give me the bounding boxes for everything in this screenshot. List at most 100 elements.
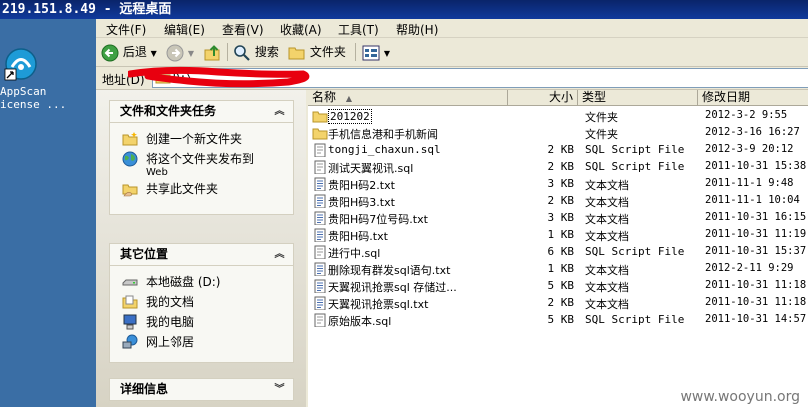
- file-row[interactable]: 贵阳H码2.txt 3 KB 文本文档 2011-11-1 9:48: [308, 176, 808, 193]
- column-date-label: 修改日期: [702, 90, 751, 104]
- menu-favorites[interactable]: 收藏(A): [280, 21, 322, 38]
- file-date: 2011-10-31 14:57: [705, 313, 807, 325]
- file-date: 2011-10-31 11:18: [705, 279, 807, 291]
- search-button[interactable]: 搜索: [233, 42, 279, 62]
- file-row[interactable]: 天翼视讯抢票sql.txt 2 KB 文本文档 2011-10-31 11:18: [308, 295, 808, 312]
- toolbar-divider: [227, 43, 228, 61]
- folders-label: 文件夹: [309, 45, 346, 59]
- file-date: 2011-11-1 10:04: [705, 194, 800, 206]
- places-panel-header[interactable]: 其它位置 ︽: [109, 243, 294, 266]
- place-my-documents-label: 我的文档: [146, 295, 195, 309]
- file-name: 贵阳H码3.txt: [328, 196, 395, 209]
- file-type: SQL Script File: [585, 313, 685, 326]
- folder-icon: [312, 128, 328, 140]
- file-size: 6 KB: [547, 245, 575, 258]
- folders-button[interactable]: 文件夹: [288, 42, 346, 62]
- file-type: SQL Script File: [585, 143, 685, 156]
- file-size: 5 KB: [547, 313, 575, 326]
- file-list-view: 名称 ▲ 大小 类型 修改日期 201202 文件夹 2012-3-2 9:55 手机…: [308, 90, 808, 407]
- chevron-down-icon[interactable]: ▼: [151, 49, 157, 58]
- file-date: 2012-3-9 20:12: [705, 143, 794, 155]
- menu-help[interactable]: 帮助(H): [396, 21, 438, 38]
- text-file-icon: [314, 296, 326, 310]
- up-folder-button[interactable]: [204, 42, 222, 62]
- file-type: 文本文档: [585, 196, 629, 209]
- chevron-down-icon[interactable]: ▼: [384, 49, 390, 58]
- column-header-name[interactable]: 名称 ▲: [308, 90, 508, 106]
- file-type: 文本文档: [585, 281, 629, 294]
- column-name-label: 名称: [312, 90, 337, 104]
- file-row[interactable]: 贵阳H码3.txt 2 KB 文本文档 2011-11-1 10:04: [308, 193, 808, 210]
- file-date: 2012-3-16 16:27: [705, 126, 800, 138]
- file-row[interactable]: 贵阳H码.txt 1 KB 文本文档 2011-10-31 11:19: [308, 227, 808, 244]
- file-name: 原始版本.sql: [328, 315, 392, 328]
- appscan-icon[interactable]: [4, 47, 38, 81]
- search-label: 搜索: [254, 45, 279, 59]
- file-name: 测试天翼视讯.sql: [328, 162, 414, 175]
- search-icon: [234, 44, 250, 61]
- column-header-date[interactable]: 修改日期: [698, 90, 808, 106]
- file-row[interactable]: 进行中.sql 6 KB SQL Script File 2011-10-31 15:…: [308, 244, 808, 261]
- file-name: 贵阳H码7位号码.txt: [328, 213, 428, 226]
- sql-file-icon: [314, 160, 326, 174]
- chevron-down-icon[interactable]: ▼: [188, 49, 194, 58]
- places-panel-title: 其它位置: [120, 247, 169, 261]
- file-row[interactable]: 测试天翼视讯.sql 2 KB SQL Script File 2011-10-31 …: [308, 159, 808, 176]
- file-date: 2011-10-31 11:18: [705, 296, 807, 308]
- back-arrow-icon: [101, 44, 119, 61]
- file-date: 2011-11-1 9:48: [705, 177, 794, 189]
- file-size: 5 KB: [547, 279, 575, 292]
- place-my-computer-label: 我的电脑: [146, 315, 195, 329]
- text-file-icon: [314, 262, 326, 276]
- column-header-type[interactable]: 类型: [578, 90, 698, 106]
- file-row[interactable]: 手机信息港和手机新闻 文件夹 2012-3-16 16:27: [308, 125, 808, 142]
- file-row[interactable]: 201202 文件夹 2012-3-2 9:55: [308, 108, 808, 125]
- file-row[interactable]: 原始版本.sql 5 KB SQL Script File 2011-10-31 14…: [308, 312, 808, 329]
- collapse-chevron-icon[interactable]: ︽: [272, 104, 287, 119]
- views-button[interactable]: ▼: [362, 42, 390, 62]
- toolbar: 后退 ▼ ▼ 搜索 文件夹 ▼: [96, 38, 808, 67]
- menu-bar: 文件(F) 编辑(E) 查看(V) 收藏(A) 工具(T) 帮助(H): [96, 19, 808, 38]
- collapse-chevron-icon[interactable]: ︽: [272, 247, 287, 262]
- file-row[interactable]: 贵阳H码7位号码.txt 3 KB 文本文档 2011-10-31 16:15: [308, 210, 808, 227]
- remote-desktop-background: AppScan icense ...: [0, 19, 96, 407]
- file-name: 手机信息港和手机新闻: [328, 128, 438, 141]
- remote-desktop-title-bar[interactable]: 219.151.8.49 - 远程桌面: [0, 0, 808, 19]
- sql-file-icon: [314, 313, 326, 327]
- desktop-shortcut-label[interactable]: AppScan icense ...: [0, 85, 70, 111]
- menu-edit[interactable]: 编辑(E): [164, 21, 205, 38]
- place-local-disk-label: 本地磁盘 (D:): [146, 275, 221, 289]
- menu-file[interactable]: 文件(F): [106, 21, 146, 38]
- toolbar-divider: [355, 43, 356, 61]
- new-folder-icon: [122, 132, 138, 146]
- computer-icon: [123, 314, 137, 330]
- file-date: 2012-3-2 9:55: [705, 109, 788, 121]
- file-row[interactable]: 天翼视讯抢票sql 存储过... 5 KB 文本文档 2011-10-31 11:18: [308, 278, 808, 295]
- file-name: 进行中.sql: [328, 247, 381, 260]
- tasks-panel-header[interactable]: 文件和文件夹任务 ︽: [109, 100, 294, 123]
- column-type-label: 类型: [582, 90, 607, 104]
- menu-view[interactable]: 查看(V): [222, 21, 264, 38]
- file-size: 3 KB: [547, 177, 575, 190]
- file-date: 2011-10-31 16:15: [705, 211, 807, 223]
- menu-tools[interactable]: 工具(T): [338, 21, 379, 38]
- file-type: 文本文档: [585, 298, 629, 311]
- file-date: 2011-10-31 15:38: [705, 160, 807, 172]
- forward-button[interactable]: ▼: [166, 42, 194, 62]
- file-row[interactable]: 删除现有群发sql语句.txt 1 KB 文本文档 2012-2-11 9:29: [308, 261, 808, 278]
- file-type: SQL Script File: [585, 160, 685, 173]
- file-type: 文件夹: [585, 128, 618, 141]
- details-panel-header[interactable]: 详细信息 ︾: [109, 378, 294, 401]
- watermark-text: www.wooyun.org: [680, 389, 800, 405]
- file-size: 3 KB: [547, 211, 575, 224]
- sql-file-icon: [314, 143, 326, 157]
- file-name: 贵阳H码.txt: [328, 230, 388, 243]
- back-button[interactable]: 后退 ▼: [101, 42, 157, 62]
- new-folder-label: 创建一个新文件夹: [146, 132, 243, 146]
- file-row[interactable]: tongji_chaxun.sql 2 KB SQL Script File 2012…: [308, 142, 808, 159]
- column-header-size[interactable]: 大小: [508, 90, 578, 106]
- expand-chevron-icon[interactable]: ︾: [272, 382, 287, 397]
- file-date: 2011-10-31 15:37: [705, 245, 807, 257]
- forward-arrow-icon: [166, 44, 184, 61]
- file-date: 2012-2-11 9:29: [705, 262, 794, 274]
